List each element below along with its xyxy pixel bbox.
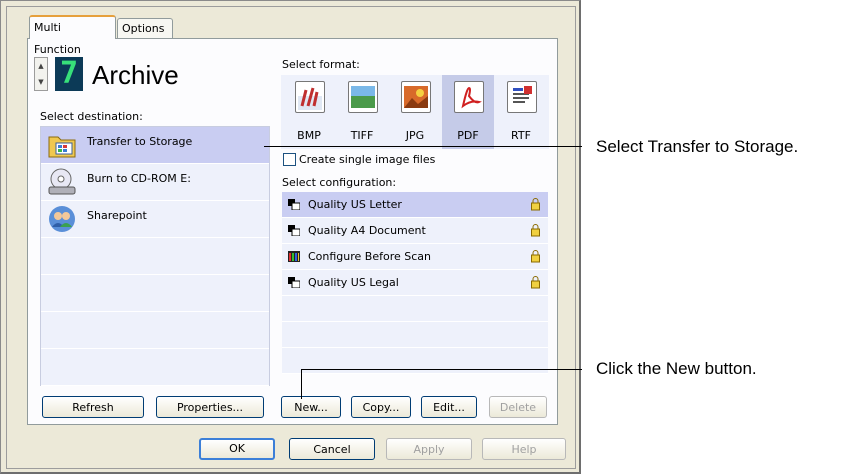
single-image-label: Create single image files — [299, 153, 436, 166]
list-item — [41, 275, 269, 312]
rtf-icon — [507, 81, 537, 113]
scanner-config-icon — [288, 225, 300, 236]
callout-line-transfer — [264, 146, 582, 147]
refresh-button[interactable]: Refresh — [42, 396, 144, 418]
callout-line-new-vertical — [301, 369, 302, 399]
destination-item-sharepoint[interactable]: Sharepoint — [41, 201, 269, 238]
format-jpg[interactable]: JPG — [389, 75, 441, 149]
config-item-quality-us-letter[interactable]: Quality US Letter — [282, 192, 548, 218]
format-selector: BMP TIFF JPG PDF RTF — [281, 75, 549, 149]
config-item-quality-us-legal[interactable]: Quality US Legal — [282, 270, 548, 296]
destination-item-transfer[interactable]: Transfer to Storage — [41, 127, 269, 164]
callout-new: Click the New button. — [596, 359, 757, 378]
destination-item-label: Burn to CD-ROM E: — [87, 172, 191, 185]
spin-down-icon[interactable]: ▼ — [35, 74, 47, 90]
new-button[interactable]: New... — [281, 396, 341, 418]
destination-list[interactable]: Transfer to Storage Burn to CD-ROM E: Sh… — [40, 126, 270, 386]
format-caption: TIFF — [350, 129, 374, 142]
cancel-button[interactable]: Cancel — [289, 438, 375, 460]
format-label: Select format: — [282, 58, 360, 71]
edit-button[interactable]: Edit... — [421, 396, 477, 418]
color-config-icon — [288, 251, 300, 262]
destination-label: Select destination: — [40, 110, 143, 123]
list-item — [282, 322, 548, 348]
list-item — [41, 349, 269, 386]
scanner-config-icon — [288, 199, 300, 210]
properties-button[interactable]: Properties... — [156, 396, 264, 418]
list-item — [41, 312, 269, 349]
format-caption: JPG — [405, 129, 425, 142]
lock-icon — [531, 224, 540, 237]
format-tiff[interactable]: TIFF — [336, 75, 388, 149]
format-rtf[interactable]: RTF — [495, 75, 547, 149]
config-item-label: Quality US Legal — [308, 276, 399, 289]
cd-drive-icon — [48, 168, 76, 195]
list-item — [282, 348, 548, 374]
destination-item-label: Transfer to Storage — [87, 135, 193, 148]
format-pdf[interactable]: PDF — [442, 75, 494, 149]
format-caption: PDF — [457, 129, 479, 142]
destination-item-label: Sharepoint — [87, 209, 147, 222]
config-item-label: Quality US Letter — [308, 198, 402, 211]
config-item-quality-a4[interactable]: Quality A4 Document — [282, 218, 548, 244]
scanner-config-icon — [288, 277, 300, 288]
copy-button[interactable]: Copy... — [351, 396, 411, 418]
list-item — [41, 238, 269, 275]
callout-transfer: Select Transfer to Storage. — [596, 137, 799, 156]
delete-button[interactable]: Delete — [489, 396, 547, 418]
list-item — [282, 296, 548, 322]
profile-name: Archive — [92, 60, 179, 90]
config-item-label: Quality A4 Document — [308, 224, 426, 237]
config-item-configure-before-scan[interactable]: Configure Before Scan — [282, 244, 548, 270]
lock-icon — [531, 250, 540, 263]
tab-options[interactable]: Options — [117, 18, 173, 38]
tab-multi-function[interactable]: Multi Function — [29, 15, 116, 56]
format-bmp[interactable]: BMP — [283, 75, 335, 149]
configuration-label: Select configuration: — [282, 176, 397, 189]
lock-icon — [531, 198, 540, 211]
config-item-label: Configure Before Scan — [308, 250, 432, 263]
format-caption: BMP — [297, 129, 321, 142]
jpg-icon — [401, 81, 431, 113]
pdf-icon — [454, 81, 484, 113]
format-caption: RTF — [511, 129, 531, 142]
profile-number: 7 — [55, 57, 83, 91]
callout-line-new — [301, 369, 582, 370]
help-button[interactable]: Help — [482, 438, 566, 460]
profile-spinner[interactable]: ▲ ▼ — [34, 57, 48, 91]
single-image-checkbox[interactable] — [283, 153, 296, 166]
configuration-list[interactable]: Quality US Letter Quality A4 Document Co… — [282, 192, 548, 374]
apply-button[interactable]: Apply — [386, 438, 472, 460]
sharepoint-icon — [49, 206, 75, 232]
lock-icon — [531, 276, 540, 289]
destination-item-burn-cd[interactable]: Burn to CD-ROM E: — [41, 164, 269, 201]
tiff-icon — [348, 81, 378, 113]
folder-storage-icon — [48, 136, 76, 158]
bmp-icon — [295, 81, 325, 113]
ok-button[interactable]: OK — [199, 438, 275, 460]
